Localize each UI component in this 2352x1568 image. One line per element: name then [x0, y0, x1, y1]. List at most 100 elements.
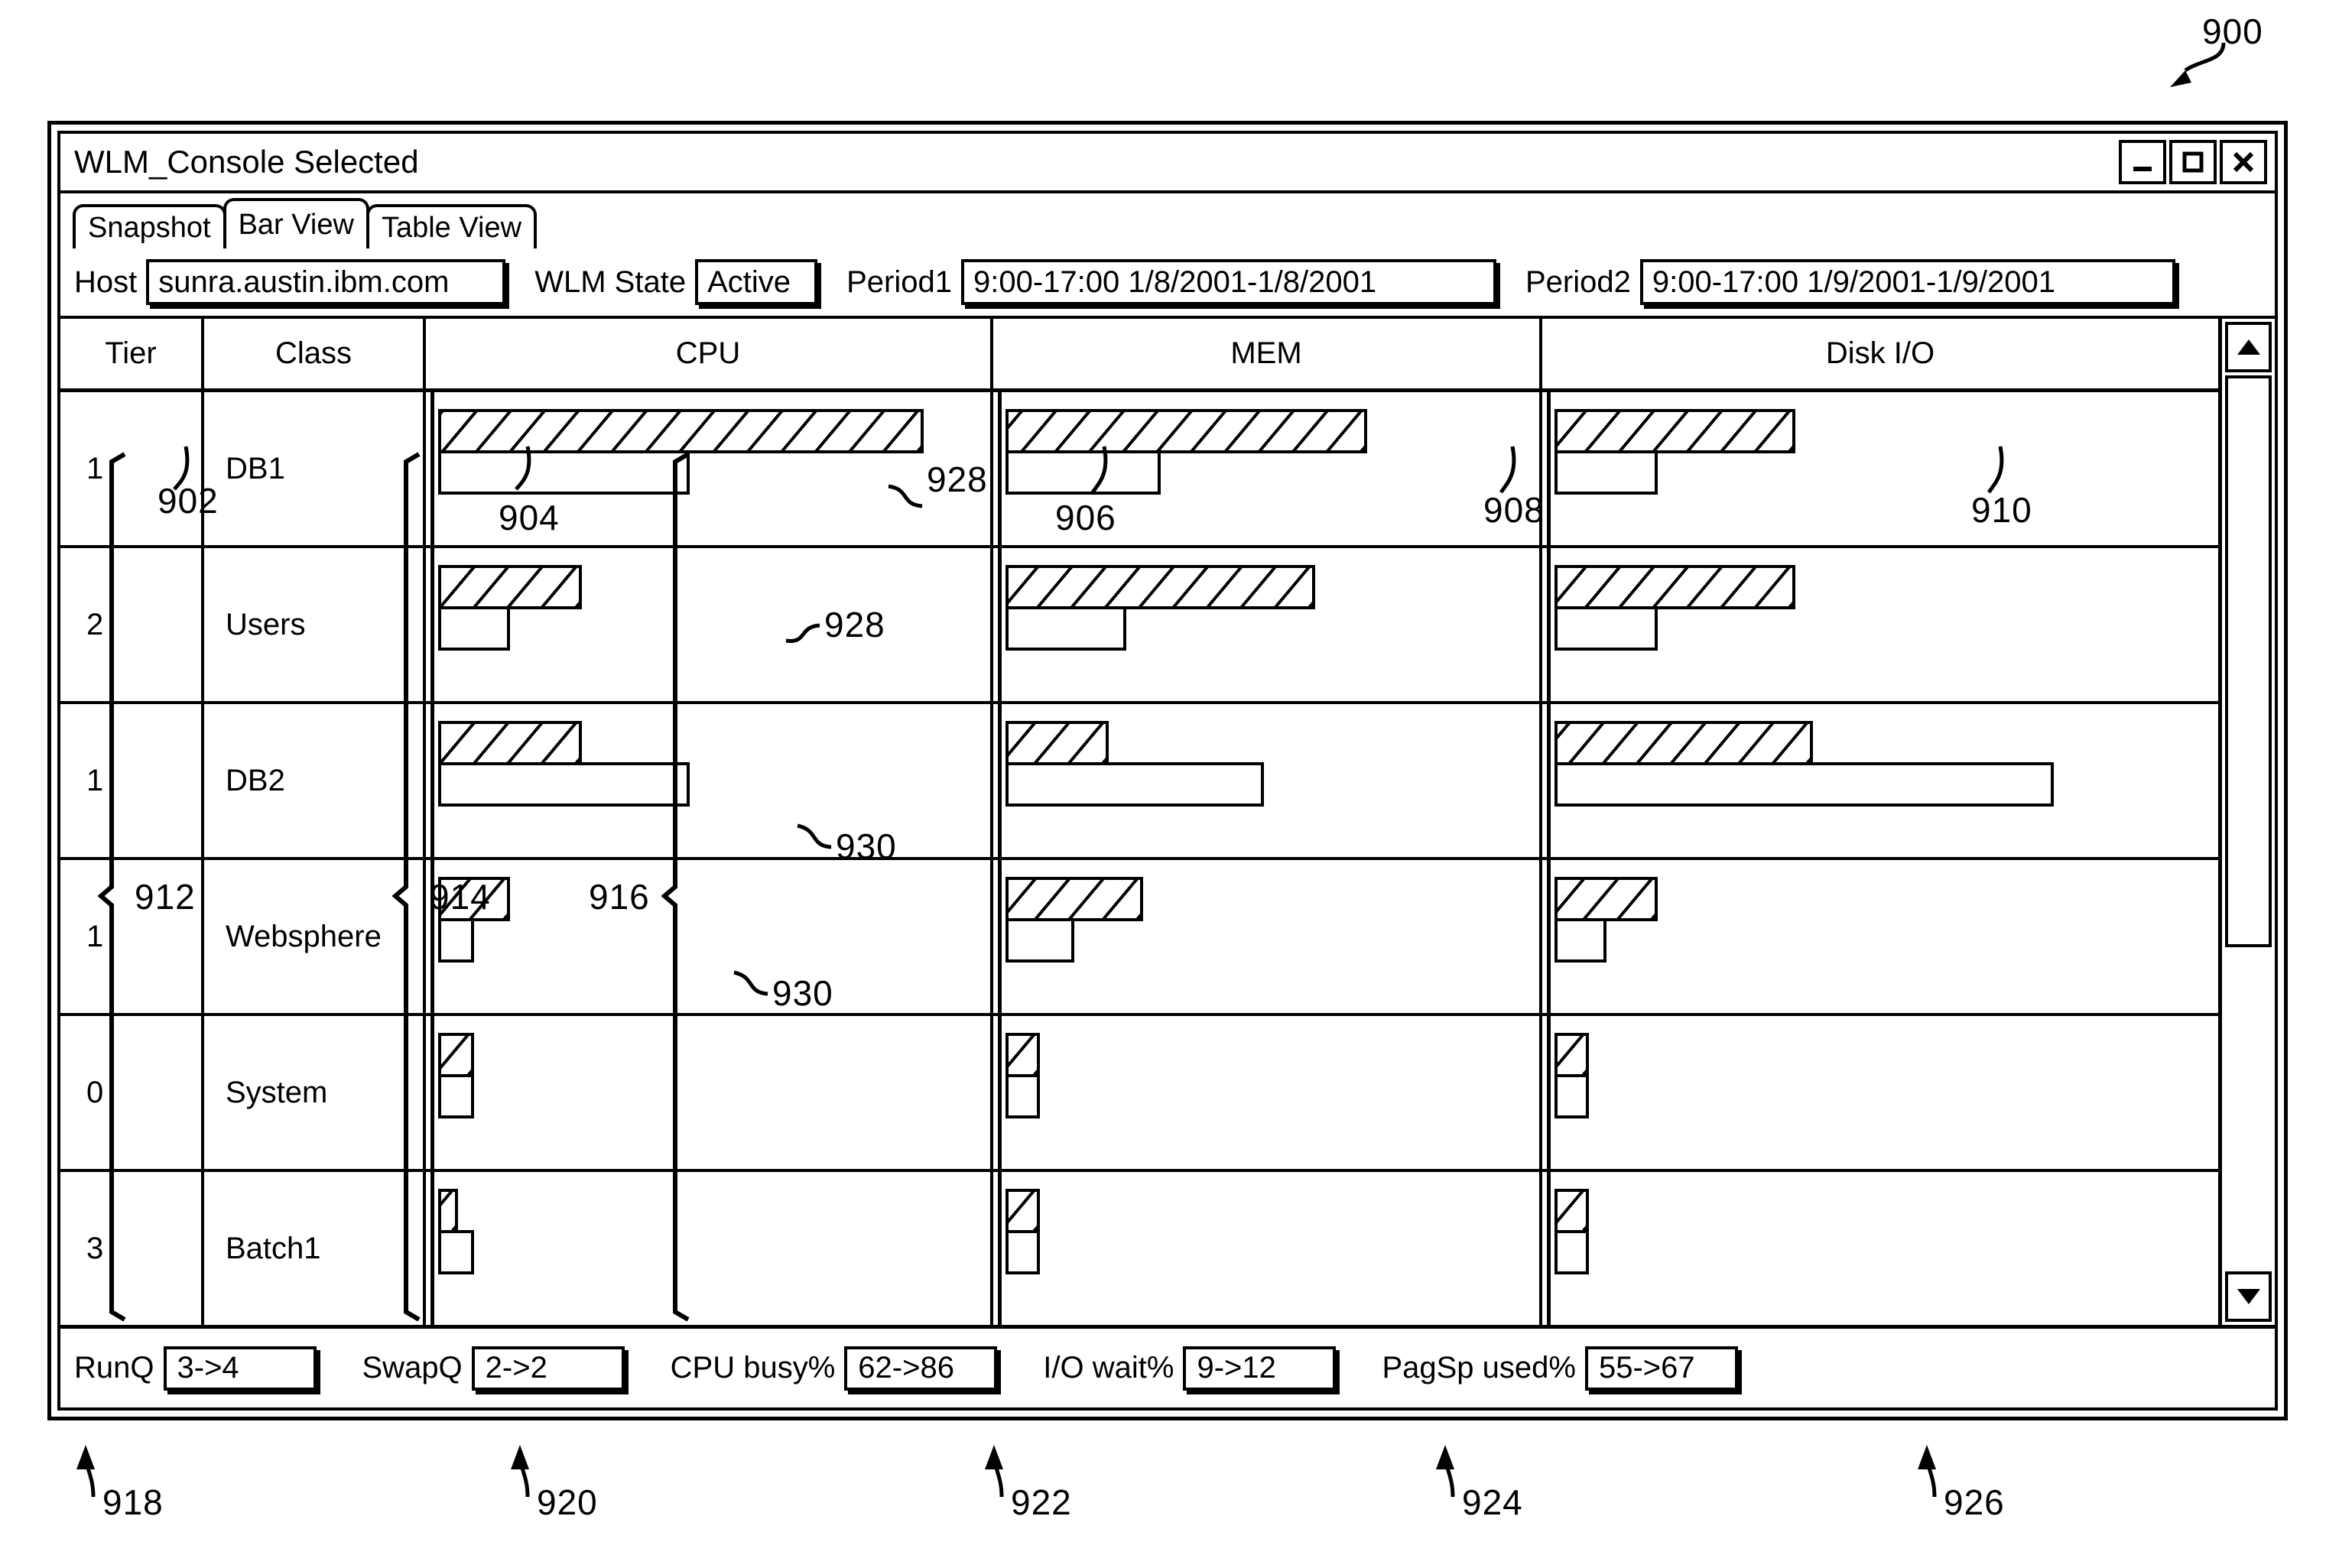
bar-period2[interactable]	[1005, 450, 1161, 495]
tab-snapshot[interactable]: Snapshot	[73, 204, 226, 248]
bar-period1[interactable]	[1005, 877, 1143, 921]
status-label: PagSp used%	[1382, 1351, 1576, 1385]
bar-pair	[438, 1189, 474, 1274]
bar-view-grid: Tier Class CPU MEM Disk I/O 1 DB1 2 Users 1 D…	[60, 319, 2275, 1325]
callout-914: 914	[430, 877, 491, 917]
bar-period2[interactable]	[1554, 450, 1658, 495]
bar-axis-line	[1547, 704, 1551, 857]
column-header-tier[interactable]: Tier	[60, 319, 204, 388]
bar-period1[interactable]	[1554, 877, 1658, 921]
close-button[interactable]	[2220, 140, 2267, 184]
cell-bars-disk-i-o	[1542, 392, 2218, 545]
bar-period1[interactable]	[1005, 409, 1367, 453]
cell-bars-disk-i-o	[1542, 704, 2218, 857]
bar-period2[interactable]	[438, 1074, 474, 1118]
table-row[interactable]: 2 Users	[60, 548, 2218, 704]
bar-period1[interactable]	[438, 565, 582, 609]
cell-bars-cpu	[426, 548, 993, 701]
status-group-runq: RunQ 3->4	[74, 1346, 317, 1391]
cell-tier: 1	[60, 392, 204, 545]
period1-value: 9:00-17:00 1/8/2001-1/8/2001	[973, 265, 1377, 299]
bar-period2[interactable]	[1554, 1230, 1589, 1274]
bar-period2[interactable]	[1005, 1074, 1040, 1118]
bar-period1[interactable]	[1554, 721, 1813, 765]
status-group-cpu-busy: CPU busy% 62->86	[671, 1346, 998, 1391]
status-value-field[interactable]: 55->67	[1584, 1346, 1738, 1391]
bar-period1[interactable]	[438, 409, 924, 453]
callout-916: 916	[589, 877, 650, 917]
column-header-mem[interactable]: MEM	[993, 319, 1542, 388]
bar-axis-line	[1547, 1172, 1551, 1325]
bar-period2[interactable]	[1005, 1230, 1040, 1274]
bar-period2[interactable]	[1554, 762, 2054, 807]
scroll-down-button[interactable]	[2225, 1271, 2272, 1322]
column-header-cpu[interactable]: CPU	[426, 319, 993, 388]
bar-period1[interactable]	[1005, 1189, 1040, 1233]
bar-period1[interactable]	[438, 1189, 458, 1233]
period2-input[interactable]: 9:00-17:00 1/9/2001-1/9/2001	[1639, 259, 2175, 305]
bar-period2[interactable]	[438, 762, 690, 807]
bar-period2[interactable]	[1005, 918, 1074, 963]
bar-period2[interactable]	[438, 1230, 474, 1274]
table-row[interactable]: 1 DB2	[60, 704, 2218, 860]
bar-period1[interactable]	[438, 1033, 474, 1077]
cell-bars-disk-i-o	[1542, 1016, 2218, 1169]
scroll-up-button[interactable]	[2225, 322, 2272, 372]
callout-926: 926	[1944, 1482, 2005, 1522]
cell-class: DB2	[204, 704, 426, 857]
triangle-up-icon	[2237, 339, 2260, 355]
callout-920: 920	[537, 1482, 598, 1522]
bar-period2[interactable]	[1554, 606, 1658, 651]
wlm-state-label: WLM State	[534, 265, 687, 299]
column-header-class[interactable]: Class	[204, 319, 426, 388]
bar-period2[interactable]	[1005, 762, 1264, 807]
column-header-disk-io[interactable]: Disk I/O	[1542, 319, 2218, 388]
table-row[interactable]: 1 Websphere	[60, 860, 2218, 1016]
bar-period2[interactable]	[1005, 606, 1126, 651]
tab-table-view[interactable]: Table View	[365, 204, 538, 248]
table-row[interactable]: 3 Batch1	[60, 1172, 2218, 1325]
period1-input[interactable]: 9:00-17:00 1/8/2001-1/8/2001	[960, 259, 1496, 305]
scrollbar-thumb[interactable]	[2225, 375, 2272, 947]
cell-class: DB1	[204, 392, 426, 545]
bar-period1[interactable]	[1554, 1033, 1589, 1077]
bar-period1[interactable]	[1005, 1033, 1040, 1077]
bar-axis-line	[1547, 392, 1551, 545]
window-controls	[2119, 140, 2275, 184]
bar-period2[interactable]	[1554, 918, 1606, 963]
view-tabs: Snapshot Bar View Table View	[60, 193, 2275, 248]
cell-bars-cpu	[426, 1016, 993, 1169]
bar-period1[interactable]	[1005, 721, 1109, 765]
bar-pair	[1005, 721, 1264, 807]
bar-period1[interactable]	[1554, 565, 1795, 609]
tab-bar-view[interactable]: Bar View	[223, 198, 369, 248]
status-value-field[interactable]: 62->86	[844, 1346, 998, 1391]
bar-period2[interactable]	[438, 450, 690, 495]
host-input[interactable]: sunra.austin.ibm.com	[146, 259, 506, 305]
bar-axis-line	[1547, 1016, 1551, 1169]
figure-reference-arrow-icon	[2170, 42, 2226, 87]
vertical-scrollbar[interactable]	[2218, 319, 2275, 1325]
status-value-field[interactable]: 9->12	[1183, 1346, 1337, 1391]
status-value: 9->12	[1197, 1351, 1276, 1385]
status-value-field[interactable]: 2->2	[471, 1346, 625, 1391]
minimize-button[interactable]	[2119, 140, 2166, 184]
scrollbar-track[interactable]	[2225, 375, 2272, 1268]
period1-label: Period1	[846, 265, 952, 299]
cell-bars-disk-i-o	[1542, 548, 2218, 701]
bar-period2[interactable]	[438, 918, 474, 963]
bar-pair	[1005, 1033, 1040, 1118]
cell-class: System	[204, 1016, 426, 1169]
bar-period1[interactable]	[1005, 565, 1315, 609]
table-row[interactable]: 1 DB1	[60, 392, 2218, 548]
bar-period1[interactable]	[438, 721, 582, 765]
bar-axis-line	[1547, 860, 1551, 1013]
bar-period1[interactable]	[1554, 409, 1795, 453]
bar-period1[interactable]	[1554, 1189, 1589, 1233]
maximize-button[interactable]	[2169, 140, 2217, 184]
table-row[interactable]: 0 System	[60, 1016, 2218, 1172]
bar-period2[interactable]	[1554, 1074, 1589, 1118]
bar-period2[interactable]	[438, 606, 510, 651]
wlm-state-input[interactable]: Active	[695, 259, 818, 305]
status-value-field[interactable]: 3->4	[163, 1346, 317, 1391]
